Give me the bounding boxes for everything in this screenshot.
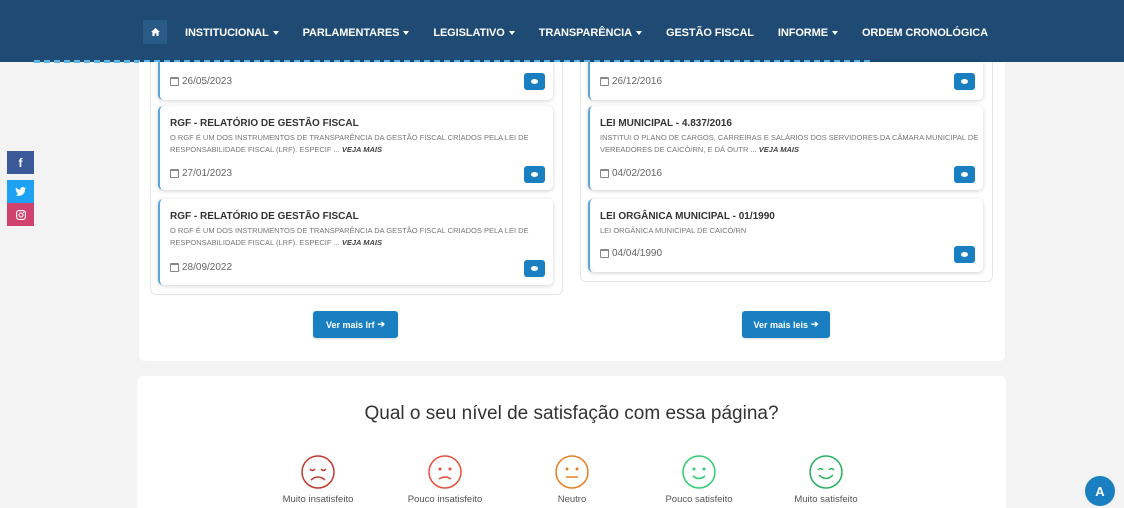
card-date: 28/09/2022 xyxy=(170,262,232,273)
nav-parlamentares[interactable]: PARLAMENTARES xyxy=(303,27,410,39)
nav-gestao-fiscal[interactable]: GESTÃO FISCAL xyxy=(666,27,754,39)
calendar-icon xyxy=(600,77,609,86)
neutral-face-icon xyxy=(555,455,589,489)
rating-satisfied[interactable]: Pouco satisfeito xyxy=(649,454,749,505)
calendar-icon xyxy=(170,263,179,272)
card-title: LEI ORGÂNICA MUNICIPAL - 01/1990 xyxy=(600,211,775,222)
chevron-down-icon xyxy=(272,31,279,36)
twitter-link[interactable] xyxy=(7,180,34,203)
twitter-icon xyxy=(15,187,26,196)
facebook-icon: f xyxy=(18,155,23,170)
calendar-icon xyxy=(170,77,179,86)
very-sad-face-icon xyxy=(301,455,335,489)
card-description: O RGF É UM DOS INSTRUMENTOS DE TRANSPARÊ… xyxy=(170,226,529,247)
calendar-icon xyxy=(170,169,179,178)
ver-mais-lrf-button[interactable]: Ver mais lrf ➔ xyxy=(313,311,398,338)
happy-face-icon xyxy=(682,455,716,489)
lei-card: LEI ORGÂNICA MUNICIPAL - 01/1990 LEI ORG… xyxy=(588,199,983,272)
view-button[interactable] xyxy=(954,73,975,90)
lrf-card: RGF - RELATÓRIO DE GESTÃO FISCAL O RGF É… xyxy=(158,199,553,285)
card-date: 26/05/2023 xyxy=(170,76,232,87)
rating-unsatisfied[interactable]: Pouco insatisfeito xyxy=(395,454,495,505)
view-button[interactable] xyxy=(954,246,975,263)
main-menu: INSTITUCIONAL PARLAMENTARES LEGISLATIVO … xyxy=(143,20,1012,44)
eye-icon xyxy=(961,79,968,84)
satisfaction-title: Qual o seu nível de satisfação com essa … xyxy=(364,403,779,424)
veja-mais-link[interactable]: VEJA MAIS xyxy=(342,145,382,154)
nav-institucional[interactable]: INSTITUCIONAL xyxy=(185,27,279,39)
card-date: 04/02/2016 xyxy=(600,168,662,179)
chevron-down-icon xyxy=(831,31,838,36)
home-button[interactable] xyxy=(143,20,167,44)
chevron-down-icon xyxy=(508,31,515,36)
card-title: RGF - RELATÓRIO DE GESTÃO FISCAL xyxy=(170,118,359,129)
nav-ordem-cronologica[interactable]: ORDEM CRONOLÓGICA xyxy=(862,27,988,39)
instagram-link[interactable] xyxy=(7,203,34,226)
eye-icon xyxy=(961,252,968,257)
rating-neutral[interactable]: Neutro xyxy=(522,454,622,505)
veja-mais-link[interactable]: VEJA MAIS xyxy=(759,145,799,154)
facebook-link[interactable]: f xyxy=(7,151,34,174)
top-navigation: INSTITUCIONAL PARLAMENTARES LEGISLATIVO … xyxy=(0,0,1124,63)
chevron-down-icon xyxy=(403,31,410,36)
rating-label: Muito satisfeito xyxy=(794,494,858,505)
satisfaction-survey: Qual o seu nível de satisfação com essa … xyxy=(137,376,1006,508)
card-description: INSTITUI O PLANO DE CARGOS, CARREIRAS E … xyxy=(600,133,979,154)
calendar-icon xyxy=(600,169,609,178)
rating-label: Pouco insatisfeito xyxy=(407,494,483,505)
lrf-card: RGF - RELATÓRIO DE GESTÃO FISCAL O RGF É… xyxy=(158,106,553,190)
card-title: RGF - RELATÓRIO DE GESTÃO FISCAL xyxy=(170,211,359,222)
rating-label: Pouco satisfeito xyxy=(665,494,733,505)
very-happy-face-icon xyxy=(809,455,843,489)
eye-icon xyxy=(531,266,538,271)
chevron-down-icon xyxy=(635,31,642,36)
sad-face-icon xyxy=(428,455,462,489)
nav-transparencia[interactable]: TRANSPARÊNCIA xyxy=(539,27,642,39)
view-button[interactable] xyxy=(524,260,545,277)
accessibility-button[interactable]: A xyxy=(1085,476,1115,506)
veja-mais-link[interactable]: VEJA MAIS xyxy=(342,238,382,247)
instagram-icon xyxy=(15,209,26,220)
rating-very-satisfied[interactable]: Muito satisfeito xyxy=(776,454,876,505)
lrf-card-partial: 26/05/2023 xyxy=(158,62,553,100)
card-description: LEI ORGÂNICA MUNICIPAL DE CAICÓ/RN xyxy=(600,226,747,235)
eye-icon xyxy=(531,79,538,84)
accessibility-icon: A xyxy=(1095,483,1105,499)
lei-card-partial: 26/12/2016 xyxy=(588,62,983,100)
view-button[interactable] xyxy=(524,166,545,183)
nav-informe[interactable]: INFORME xyxy=(778,27,838,39)
home-icon xyxy=(150,28,160,36)
card-description: O RGF É UM DOS INSTRUMENTOS DE TRANSPARÊ… xyxy=(170,133,529,154)
card-title: LEI MUNICIPAL - 4.837/2016 xyxy=(600,118,732,129)
ver-mais-leis-button[interactable]: Ver mais leis ➔ xyxy=(742,311,830,338)
calendar-icon xyxy=(600,249,609,258)
rating-very-unsatisfied[interactable]: Muito insatisfeito xyxy=(268,454,368,505)
arrow-right-icon: ➔ xyxy=(811,319,819,329)
card-date: 04/04/1990 xyxy=(600,248,662,259)
lei-card: LEI MUNICIPAL - 4.837/2016 INSTITUI O PL… xyxy=(588,106,983,190)
card-date: 26/12/2016 xyxy=(600,76,662,87)
card-date: 27/01/2023 xyxy=(170,168,232,179)
rating-label: Neutro xyxy=(557,494,587,505)
arrow-right-icon: ➔ xyxy=(377,319,386,329)
view-button[interactable] xyxy=(954,166,975,183)
rating-label: Muito insatisfeito xyxy=(282,494,354,505)
view-button[interactable] xyxy=(524,73,545,90)
eye-icon xyxy=(531,172,538,177)
nav-legislativo[interactable]: LEGISLATIVO xyxy=(433,27,515,39)
eye-icon xyxy=(961,172,968,177)
